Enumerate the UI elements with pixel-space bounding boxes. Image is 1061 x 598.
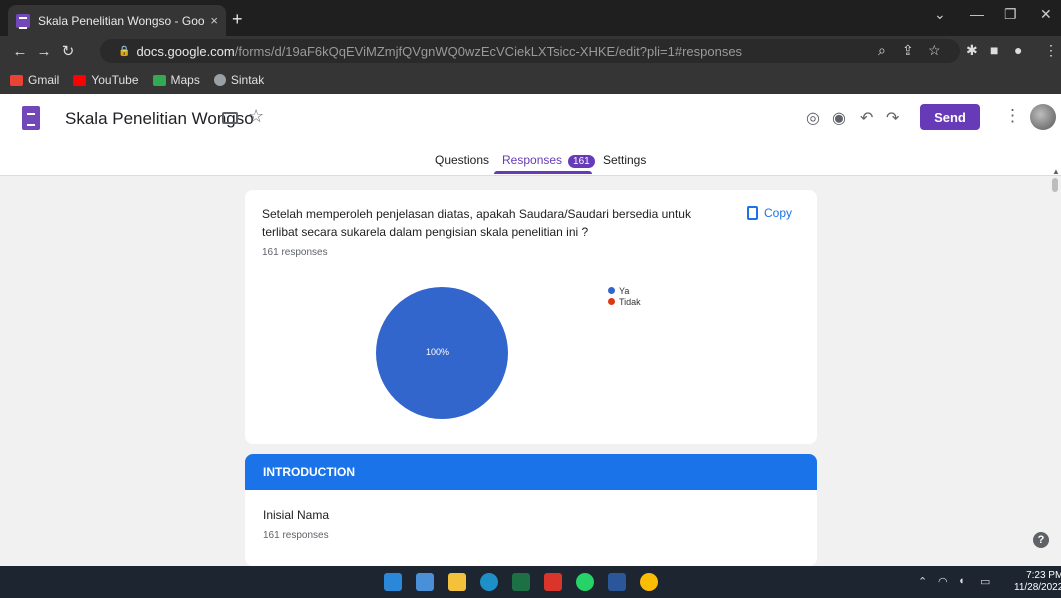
section-response-count: 161 responses	[263, 530, 329, 541]
restore-icon[interactable]: ❐	[1004, 6, 1017, 23]
legend-item-tidak[interactable]: Tidak	[608, 296, 641, 307]
star-icon[interactable]: ☆	[248, 106, 264, 127]
share-icon[interactable]: ⇪	[902, 42, 914, 59]
avatar[interactable]	[1030, 104, 1056, 130]
windows-start-icon[interactable]	[384, 573, 402, 591]
acrobat-icon[interactable]	[544, 573, 562, 591]
excel-icon[interactable]	[512, 573, 530, 591]
wifi-icon[interactable]: ◠	[938, 575, 948, 588]
more-options-icon[interactable]: ⋮	[1004, 106, 1021, 126]
forward-icon[interactable]: →	[32, 43, 56, 60]
question-summary-card: Setelah memperoleh penjelasan diatas, ap…	[245, 190, 817, 444]
side-panel-icon[interactable]: ■	[990, 42, 998, 58]
google-forms-favicon-icon	[16, 13, 30, 29]
tab-responses[interactable]: Responses 161	[502, 153, 595, 168]
section-question: Inisial Nama	[263, 508, 330, 522]
windows-taskbar: ⌃ ◠ ◖ ▭ 7:23 PM 11/28/2022	[0, 566, 1061, 598]
legend-dot	[608, 298, 615, 305]
tab-responses-label: Responses	[502, 153, 563, 167]
battery-icon[interactable]: ▭	[980, 575, 990, 588]
widgets-icon[interactable]	[416, 573, 434, 591]
bookmark-youtube[interactable]: YouTube	[73, 73, 139, 87]
bookmark-star-icon[interactable]: ☆	[928, 42, 941, 59]
bookmark-gmail[interactable]: Gmail	[10, 73, 59, 87]
bookmark-label: Maps	[170, 73, 200, 87]
new-tab-button[interactable]: +	[232, 9, 243, 30]
section-card: INTRODUCTION Inisial Nama 161 responses	[245, 454, 817, 566]
forms-header: Skala Penelitian Wongso ☆ ◎ ◉ ↶ ↷ Send ⋮…	[0, 94, 1061, 176]
globe-icon	[213, 74, 226, 86]
preview-eye-icon[interactable]: ◉	[832, 108, 846, 128]
legend-label: Tidak	[619, 296, 641, 307]
responses-content: Setelah memperoleh penjelasan diatas, ap…	[0, 176, 1061, 566]
file-explorer-icon[interactable]	[448, 573, 466, 591]
tab-search-chevron-icon[interactable]: ⌄	[934, 6, 946, 23]
reload-icon[interactable]: ↻	[56, 42, 80, 60]
section-title: INTRODUCTION	[245, 454, 817, 490]
tab-settings[interactable]: Settings	[603, 153, 646, 167]
profile-icon[interactable]: ●	[1014, 42, 1022, 58]
url-path: /forms/d/19aF6kQqEViMZmjfQVgnWQ0wzEcVCie…	[234, 43, 743, 59]
question-text: Setelah memperoleh penjelasan diatas, ap…	[262, 207, 691, 239]
clock-time: 7:23 PM	[1026, 570, 1061, 581]
browser-menu-icon[interactable]: ⋮	[1044, 42, 1058, 59]
pie-slice-label: 100%	[426, 347, 449, 357]
browser-tab[interactable]: Skala Penelitian Wongso - Googl ×	[8, 5, 226, 36]
extensions-icon[interactable]: ✱	[966, 42, 978, 59]
scrollbar-thumb[interactable]	[1052, 178, 1058, 192]
close-window-icon[interactable]: ✕	[1040, 6, 1052, 23]
edge-icon[interactable]	[480, 573, 498, 591]
google-forms-logo-icon[interactable]	[22, 106, 40, 130]
active-tab-indicator	[494, 171, 592, 174]
help-icon[interactable]: ?	[1033, 532, 1049, 548]
copy-icon	[747, 206, 758, 220]
tab-questions[interactable]: Questions	[435, 153, 489, 167]
form-tabs: Questions Responses 161 Settings	[0, 149, 1061, 175]
lock-icon: 🔒	[118, 45, 131, 57]
bookmark-maps[interactable]: Maps	[152, 73, 200, 87]
url-host: docs.google.com	[136, 43, 235, 59]
customize-theme-icon[interactable]: ◎	[806, 108, 820, 128]
response-count: 161 responses	[262, 247, 328, 258]
bookmark-sintak[interactable]: Sintak	[213, 73, 265, 87]
copy-chart-button[interactable]: Copy	[747, 206, 792, 220]
chrome-icon[interactable]	[640, 573, 658, 591]
whatsapp-icon[interactable]	[576, 573, 594, 591]
word-icon[interactable]	[608, 573, 626, 591]
bookmark-label: Sintak	[230, 73, 265, 87]
scroll-up-arrow-icon[interactable]: ▲	[1052, 167, 1060, 176]
send-button[interactable]: Send	[920, 104, 980, 130]
zoom-icon[interactable]: ⌕	[878, 42, 886, 59]
taskbar-clock[interactable]: 7:23 PM 11/28/2022	[1014, 570, 1061, 594]
minimize-icon[interactable]: —	[970, 6, 984, 22]
move-to-folder-icon[interactable]	[222, 112, 238, 124]
address-bar[interactable]: 🔒 docs.google.com /forms/d/19aF6kQqEViMZ…	[100, 39, 960, 63]
youtube-icon	[73, 74, 87, 86]
legend-dot	[608, 287, 615, 294]
volume-icon[interactable]: ◖	[958, 575, 965, 587]
chart-legend: Ya Tidak	[608, 285, 641, 307]
bookmark-label: Gmail	[28, 73, 60, 87]
clock-date: 11/28/2022	[1014, 582, 1061, 593]
copy-label: Copy	[764, 206, 793, 220]
tab-title: Skala Penelitian Wongso - Googl	[38, 13, 205, 28]
bookmarks-bar: Gmail YouTube Maps Sintak	[0, 66, 1061, 94]
close-tab-icon[interactable]: ×	[210, 13, 218, 28]
back-icon[interactable]: ←	[8, 43, 32, 60]
responses-count-badge: 161	[568, 155, 595, 168]
redo-icon[interactable]: ↷	[886, 108, 899, 128]
undo-icon[interactable]: ↶	[860, 108, 873, 128]
gmail-icon	[10, 74, 23, 86]
legend-item-ya[interactable]: Ya	[608, 285, 641, 296]
tray-chevron-icon[interactable]: ⌃	[918, 575, 927, 588]
browser-toolbar: ← → ↻ 🔒 docs.google.com /forms/d/19aF6kQ…	[0, 36, 1061, 66]
bookmark-label: YouTube	[91, 73, 139, 87]
responses-pie-chart: 100%	[376, 287, 508, 419]
maps-icon	[152, 74, 166, 86]
browser-tab-bar: Skala Penelitian Wongso - Googl × + ⌄ — …	[0, 0, 1061, 36]
legend-label: Ya	[619, 285, 630, 296]
